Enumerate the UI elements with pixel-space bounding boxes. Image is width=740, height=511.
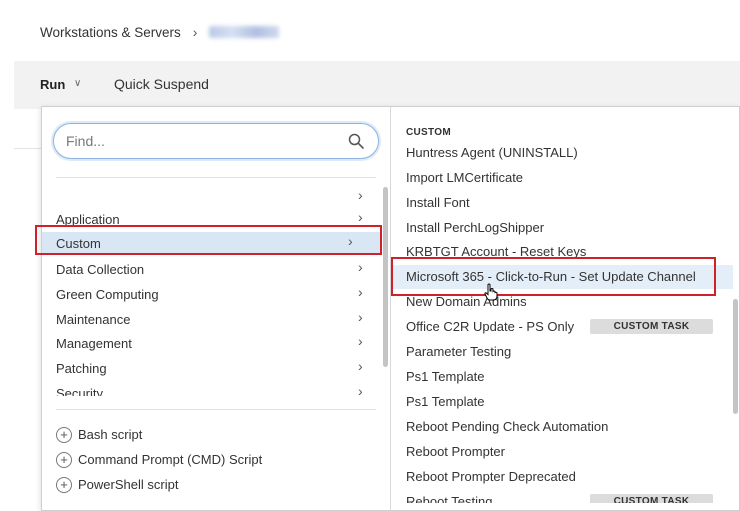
script-label: Huntress Agent (UNINSTALL) <box>406 145 578 160</box>
script-label: Microsoft 365 - Click-to-Run - Set Updat… <box>406 269 696 284</box>
chevron-right-icon: › <box>192 24 198 40</box>
chevron-right-icon: › <box>358 209 363 225</box>
script-item[interactable]: Huntress Agent (UNINSTALL) <box>391 141 733 165</box>
chevron-right-icon: › <box>358 309 363 325</box>
category-label: Application <box>56 212 120 227</box>
script-item[interactable]: Parameter Testing <box>391 340 733 364</box>
category-scrollbar[interactable] <box>383 187 388 367</box>
add-script-label: PowerShell script <box>78 477 179 492</box>
chevron-right-icon: › <box>358 333 363 349</box>
chevron-down-icon[interactable]: ∨ <box>74 78 81 89</box>
search-input[interactable] <box>66 132 336 150</box>
custom-task-badge: CUSTOM TASK <box>590 494 713 503</box>
script-item[interactable]: Reboot Prompter Deprecated <box>391 465 733 489</box>
category-item-data-collection[interactable]: Data Collection › <box>56 258 374 280</box>
search-icon[interactable] <box>348 133 364 149</box>
category-label: Management <box>56 336 132 351</box>
script-item[interactable]: Reboot Testing CUSTOM TASK <box>391 490 733 503</box>
script-item[interactable]: Install PerchLogShipper <box>391 216 733 240</box>
script-label: Reboot Pending Check Automation <box>406 419 609 434</box>
category-item-application[interactable]: Application › <box>56 208 374 230</box>
category-item-patching[interactable]: Patching › <box>56 357 374 379</box>
search-field[interactable] <box>53 123 379 159</box>
category-label: Patching <box>56 361 107 376</box>
scripts-scrollbar[interactable] <box>733 299 738 414</box>
script-label: Ps1 Template <box>406 369 485 384</box>
chevron-right-icon: › <box>358 358 363 374</box>
plus-circle-icon: + <box>56 452 72 468</box>
script-item[interactable]: Ps1 Template <box>391 365 733 389</box>
chevron-right-icon: › <box>358 259 363 275</box>
category-item-security[interactable]: Security › <box>56 382 374 396</box>
breadcrumb-root-link[interactable]: Workstations & Servers <box>40 25 181 40</box>
script-label: Reboot Testing <box>406 494 493 503</box>
add-script-label: Bash script <box>78 427 143 442</box>
category-item-custom[interactable]: Custom › <box>42 232 380 254</box>
script-label: Reboot Prompter <box>406 444 505 459</box>
chevron-right-icon: › <box>358 284 363 300</box>
run-menu-button[interactable]: Run <box>40 77 65 92</box>
script-item[interactable]: Import LMCertificate <box>391 166 733 190</box>
category-item-green-computing[interactable]: Green Computing › <box>56 283 374 305</box>
script-label: Install Font <box>406 195 470 210</box>
category-label: Data Collection <box>56 262 145 277</box>
script-item[interactable]: Install Font <box>391 191 733 215</box>
divider <box>56 177 376 178</box>
category-item[interactable]: › <box>56 186 374 208</box>
script-label: New Domain Admins <box>406 294 527 309</box>
chevron-right-icon: › <box>348 233 353 249</box>
category-item-maintenance[interactable]: Maintenance › <box>56 308 374 330</box>
script-item-m365-update-channel[interactable]: Microsoft 365 - Click-to-Run - Set Updat… <box>391 265 733 289</box>
script-label: Install PerchLogShipper <box>406 220 545 235</box>
category-label: Green Computing <box>56 287 159 302</box>
script-item[interactable]: Reboot Prompter <box>391 440 733 464</box>
scripts-section-header: CUSTOM <box>406 127 451 138</box>
chevron-right-icon: › <box>358 187 363 203</box>
background-divider <box>14 148 44 149</box>
script-item[interactable]: Office C2R Update - PS Only CUSTOM TASK <box>391 315 733 339</box>
script-label: Parameter Testing <box>406 344 512 359</box>
redacted-device-name <box>209 26 280 38</box>
script-label: KRBTGT Account - Reset Keys <box>406 244 587 259</box>
category-label: Custom <box>56 236 101 251</box>
plus-circle-icon: + <box>56 477 72 493</box>
category-label: Maintenance <box>56 312 131 327</box>
chevron-right-icon: › <box>358 383 363 396</box>
breadcrumb: Workstations & Servers › <box>40 22 280 42</box>
quick-suspend-button[interactable]: Quick Suspend <box>114 76 209 92</box>
script-item[interactable]: KRBTGT Account - Reset Keys <box>391 240 733 264</box>
script-label: Office C2R Update - PS Only <box>406 319 575 334</box>
script-label: Reboot Prompter Deprecated <box>406 469 576 484</box>
run-script-popup: › Application › Custom › Data Collection… <box>41 106 740 511</box>
script-item[interactable]: New Domain Admins <box>391 290 733 314</box>
add-script-label: Command Prompt (CMD) Script <box>78 452 263 467</box>
script-label: Import LMCertificate <box>406 170 524 185</box>
plus-circle-icon: + <box>56 427 72 443</box>
script-item[interactable]: Ps1 Template <box>391 390 733 414</box>
category-item-management[interactable]: Management › <box>56 332 374 354</box>
script-item[interactable]: Reboot Pending Check Automation <box>391 415 733 439</box>
category-label: Security <box>56 386 103 396</box>
custom-task-badge: CUSTOM TASK <box>590 319 713 334</box>
script-label: Ps1 Template <box>406 394 485 409</box>
action-toolbar: Run ∨ Quick Suspend <box>14 61 740 109</box>
divider <box>56 409 376 410</box>
